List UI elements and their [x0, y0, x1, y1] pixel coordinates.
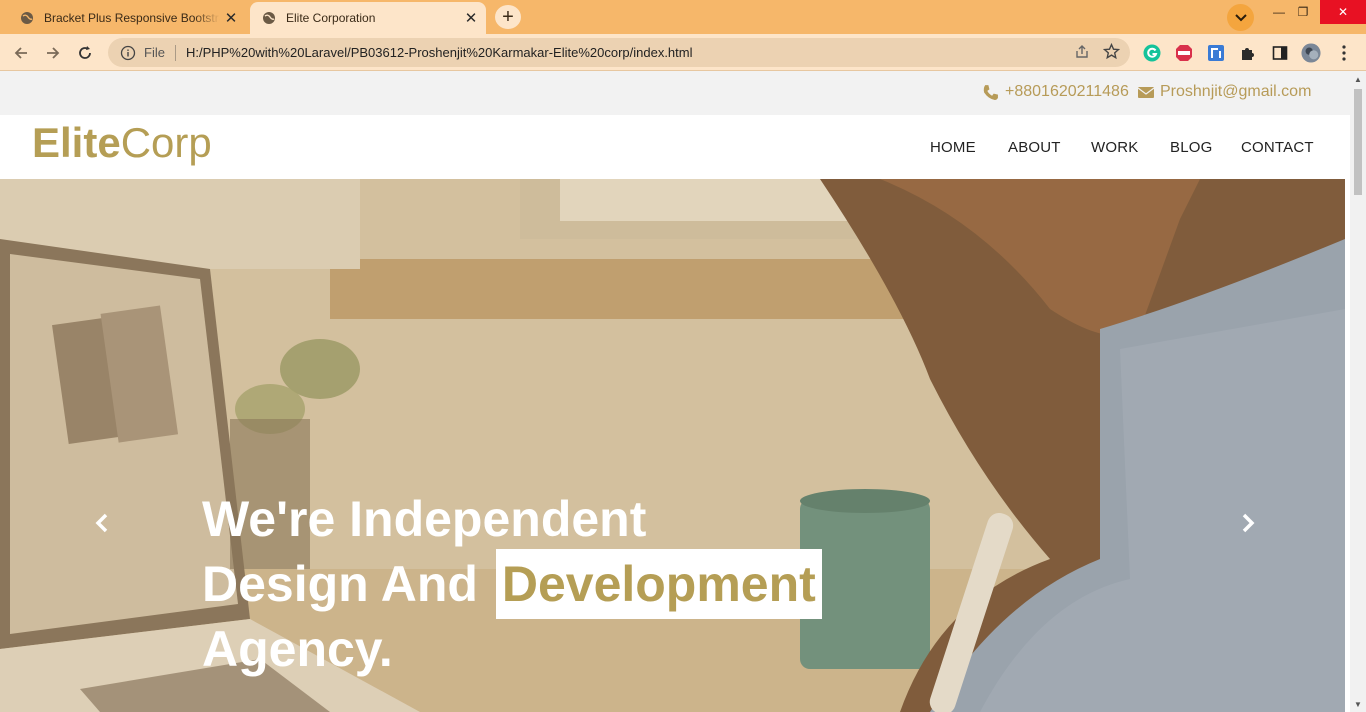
- url-scheme: File: [144, 45, 165, 60]
- chevron-down-icon: [1234, 13, 1247, 21]
- bookmark-star-icon[interactable]: [1102, 42, 1121, 63]
- carousel-prev-arrow[interactable]: [92, 509, 112, 537]
- forward-icon[interactable]: [40, 40, 66, 66]
- page-scrollbar[interactable]: ▲ ▼: [1350, 71, 1366, 712]
- contact-phone[interactable]: +8801620211486: [982, 83, 1129, 101]
- tab-title: Elite Corporation: [286, 11, 376, 25]
- scroll-down-icon[interactable]: ▼: [1354, 700, 1362, 709]
- logo-light-text: Corp: [120, 119, 212, 166]
- tab-search-button[interactable]: [1227, 4, 1254, 31]
- profile-avatar[interactable]: [1301, 43, 1321, 63]
- logo-bold-text: Elite: [32, 119, 121, 166]
- site-logo[interactable]: EliteCorp: [32, 119, 212, 167]
- phone-icon: [983, 84, 998, 100]
- scrollbar-thumb[interactable]: [1354, 89, 1362, 195]
- nav-home[interactable]: HOME: [930, 139, 976, 156]
- contact-topbar: +8801620211486 Proshnjit@gmail.com: [0, 71, 1350, 115]
- site-navbar: EliteCorp HOME ABOUT WORK BLOG CONTACT: [0, 115, 1350, 179]
- new-tab-button[interactable]: +: [495, 5, 521, 29]
- web-page: +8801620211486 Proshnjit@gmail.com Elite…: [0, 71, 1350, 712]
- grammarly-icon[interactable]: [1142, 43, 1162, 63]
- phone-number: +8801620211486: [1005, 83, 1129, 100]
- scroll-up-icon[interactable]: ▲: [1354, 75, 1362, 84]
- hero-headline: We're Independent Design And Development…: [202, 489, 822, 679]
- url-text[interactable]: H:/PHP%20with%20Laravel/PB03612-Proshenj…: [186, 45, 693, 60]
- hero-slider: We're Independent Design And Development…: [0, 179, 1345, 712]
- globe-icon: [20, 11, 34, 25]
- nav-about[interactable]: ABOUT: [1008, 139, 1061, 156]
- reload-icon[interactable]: [72, 40, 98, 66]
- contact-email[interactable]: Proshnjit@gmail.com: [1138, 83, 1311, 101]
- chevron-left-icon: [95, 513, 108, 533]
- carousel-next-arrow[interactable]: [1238, 509, 1258, 537]
- close-tab-icon[interactable]: ✕: [220, 7, 242, 29]
- fontface-ninja-icon[interactable]: [1206, 43, 1226, 63]
- info-icon[interactable]: [120, 45, 136, 61]
- extensions-puzzle-icon[interactable]: [1238, 43, 1258, 63]
- divider: [174, 44, 176, 61]
- nav-contact[interactable]: CONTACT: [1241, 139, 1314, 156]
- envelope-icon: [1138, 86, 1154, 98]
- hero-highlight-word: Development: [495, 549, 822, 619]
- tab-title: Bracket Plus Responsive Bootstrap: [44, 11, 220, 25]
- nav-blog[interactable]: BLOG: [1170, 139, 1212, 156]
- hero-line-3: Agency.: [202, 621, 393, 677]
- window-close-button[interactable]: ✕: [1320, 0, 1366, 24]
- share-icon[interactable]: [1074, 44, 1090, 63]
- browser-tab-active[interactable]: Elite Corporation ✕: [250, 2, 486, 34]
- nav-work[interactable]: WORK: [1091, 139, 1138, 156]
- side-panel-icon[interactable]: [1270, 43, 1290, 63]
- globe-icon: [262, 11, 276, 25]
- adblock-plus-icon[interactable]: [1174, 43, 1194, 63]
- browser-menu-icon[interactable]: [1334, 43, 1354, 63]
- hero-line-2-prefix: Design And: [202, 556, 478, 612]
- browser-tab-bar: Bracket Plus Responsive Bootstrap ✕ Elit…: [0, 0, 1366, 34]
- hero-line-1: We're Independent: [202, 491, 647, 547]
- email-address: Proshnjit@gmail.com: [1160, 83, 1312, 100]
- address-bar[interactable]: File H:/PHP%20with%20Laravel/PB03612-Pro…: [108, 38, 1130, 67]
- browser-tab[interactable]: Bracket Plus Responsive Bootstrap ✕: [8, 2, 246, 34]
- chevron-right-icon: [1242, 513, 1255, 533]
- browser-toolbar: File H:/PHP%20with%20Laravel/PB03612-Pro…: [0, 34, 1366, 71]
- close-tab-icon[interactable]: ✕: [460, 7, 482, 29]
- hero-line-2: Design And Development: [202, 549, 822, 619]
- back-icon[interactable]: [8, 40, 34, 66]
